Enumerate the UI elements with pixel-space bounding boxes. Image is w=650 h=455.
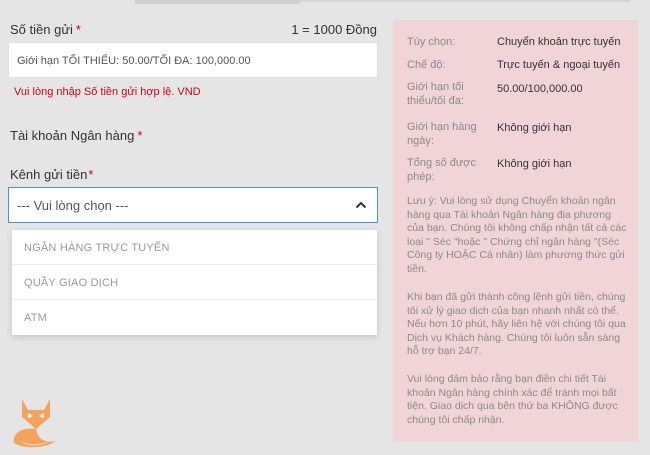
amount-error: Vui lòng nhập Số tiền gửi hợp lệ. VND — [14, 86, 201, 98]
fox-logo-icon — [13, 399, 56, 448]
amount-placeholder: Giới hạn TỐI THIỂU: 50.00/TỐI ĐA: 100,00… — [17, 55, 251, 67]
info-note-payment-method: Lưu ý: Vui lòng sử dụng Chuyển khoản ngâ… — [407, 195, 627, 275]
amount-label: Số tiền gửi * — [10, 22, 81, 37]
exchange-rate: 1 = 1000 Đồng — [291, 22, 377, 37]
info-note-processing: Khi bạn đã gửi thành công lệnh gửi tiền,… — [407, 291, 626, 358]
bank-account-label: Tài khoản Ngân hàng * — [10, 128, 143, 143]
channel-select[interactable]: --- Vui lòng chọn --- — [8, 187, 378, 223]
info-key: Giới hạn tối thiểu/tối đa: — [407, 81, 464, 107]
required-mark: * — [137, 128, 143, 143]
amount-input[interactable]: Giới hạn TỐI THIỂU: 50.00/TỐI ĐA: 100,00… — [8, 42, 378, 78]
channel-selected-value: --- Vui lòng chọn --- — [17, 198, 129, 213]
info-key: Tùy chọn: — [407, 36, 456, 48]
info-panel: Tùy chọn: Chuyển khoản trực tuyến Chế độ… — [393, 20, 638, 442]
deposit-form: Số tiền gửi * 1 = 1000 Đồng Giới hạn TỐI … — [0, 0, 385, 455]
info-value: Chuyển khoản trực tuyến — [497, 36, 621, 48]
info-key: Giới hạn hàng ngày: — [407, 121, 477, 147]
info-value: Không giới hạn — [497, 122, 572, 134]
info-note-bank-details: Vui lòng đảm bảo rằng bạn điền chi tiết … — [407, 373, 618, 426]
required-mark: * — [75, 22, 81, 37]
channel-option-atm[interactable]: ATM — [12, 300, 377, 335]
info-value: 50.00/100,000.00 — [497, 83, 583, 95]
info-value: Không giới hạn — [497, 158, 572, 170]
channel-option-counter[interactable]: QUẦY GIAO DỊCH — [12, 265, 377, 300]
required-mark: * — [88, 167, 94, 182]
channel-dropdown: NGÂN HÀNG TRỰC TUYẾN QUẦY GIAO DỊCH ATM — [12, 230, 377, 335]
channel-option-online-banking[interactable]: NGÂN HÀNG TRỰC TUYẾN — [12, 230, 377, 265]
channel-label: Kênh gửi tiền* — [10, 167, 94, 182]
info-key: Chế độ: — [407, 59, 446, 71]
info-value: Trực tuyến & ngoại tuyến — [497, 59, 621, 71]
info-key: Tổng số được phép: — [407, 157, 476, 183]
chevron-up-icon — [355, 201, 367, 209]
